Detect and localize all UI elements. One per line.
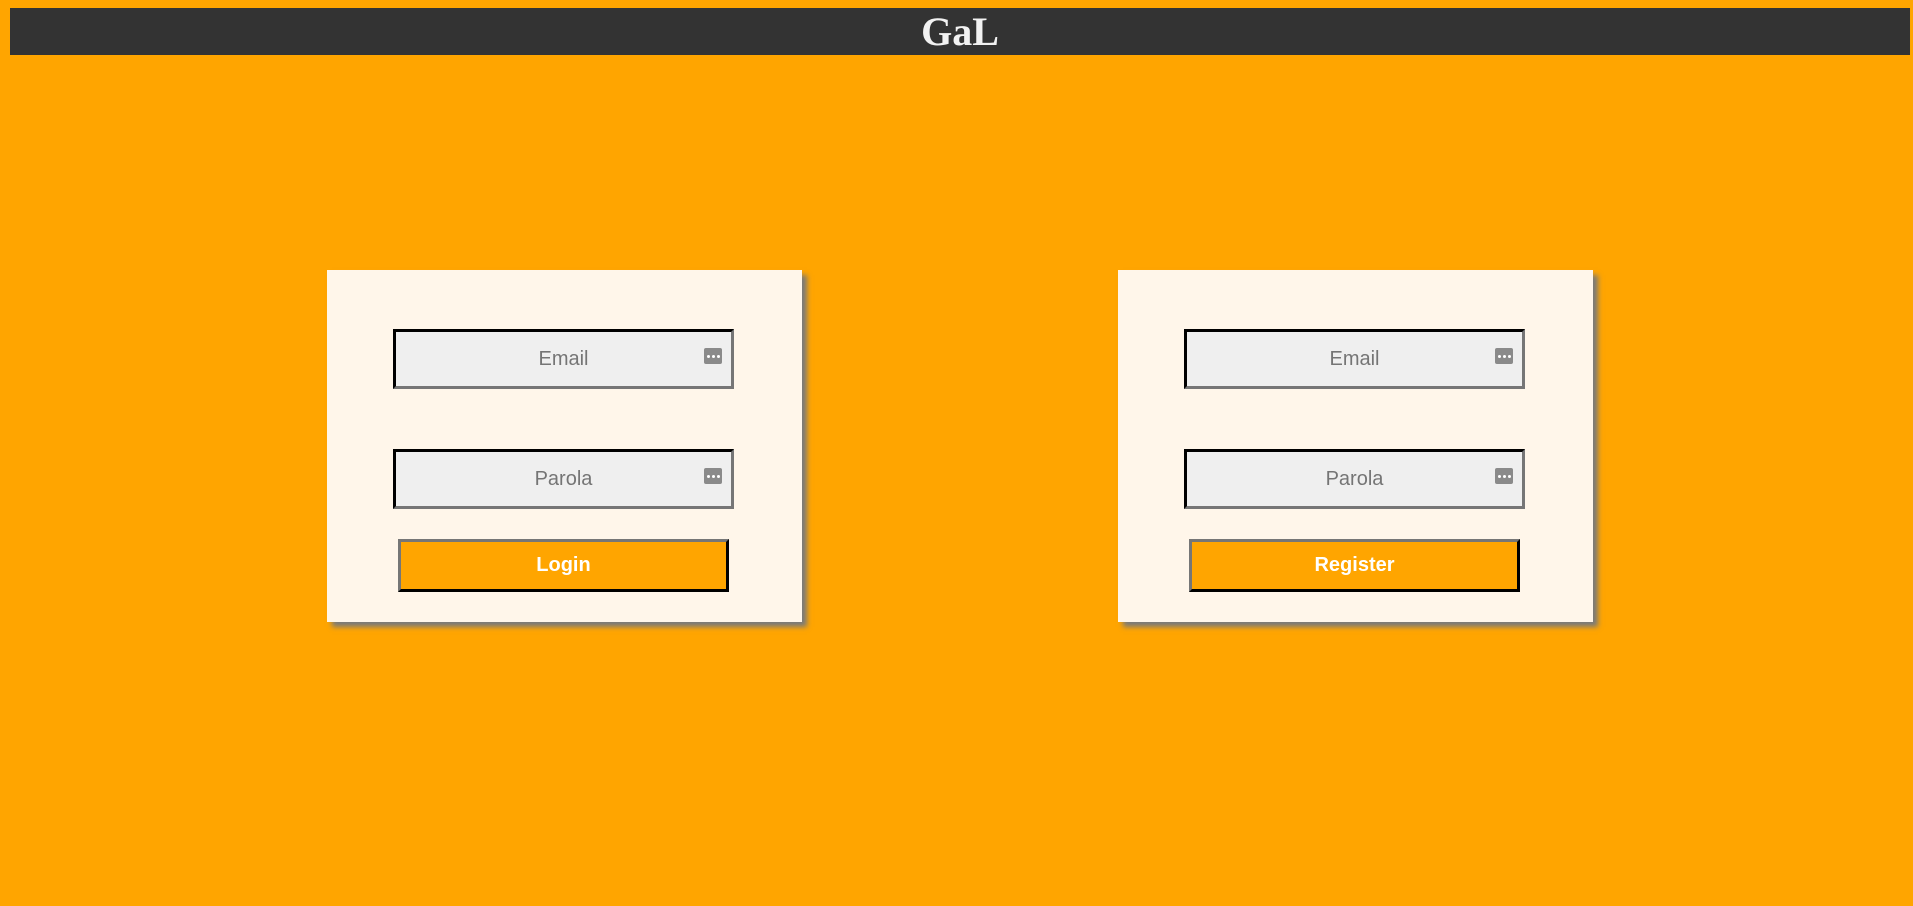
password-manager-key-icon[interactable] bbox=[704, 468, 722, 484]
login-card: Login bbox=[327, 270, 802, 622]
password-manager-key-icon[interactable] bbox=[1495, 468, 1513, 484]
register-email-field[interactable] bbox=[1184, 329, 1525, 389]
password-manager-key-icon[interactable] bbox=[1495, 348, 1513, 364]
app-header: GaL bbox=[10, 8, 1910, 55]
login-email-field[interactable] bbox=[393, 329, 734, 389]
login-email-input[interactable] bbox=[396, 332, 731, 386]
login-password-input[interactable] bbox=[396, 452, 731, 506]
register-button[interactable]: Register bbox=[1189, 539, 1520, 592]
register-password-input[interactable] bbox=[1187, 452, 1522, 506]
login-button[interactable]: Login bbox=[398, 539, 729, 592]
login-password-field[interactable] bbox=[393, 449, 734, 509]
register-password-field[interactable] bbox=[1184, 449, 1525, 509]
register-email-input[interactable] bbox=[1187, 332, 1522, 386]
register-card: Register bbox=[1118, 270, 1593, 622]
app-title: GaL bbox=[921, 9, 999, 54]
password-manager-key-icon[interactable] bbox=[704, 348, 722, 364]
